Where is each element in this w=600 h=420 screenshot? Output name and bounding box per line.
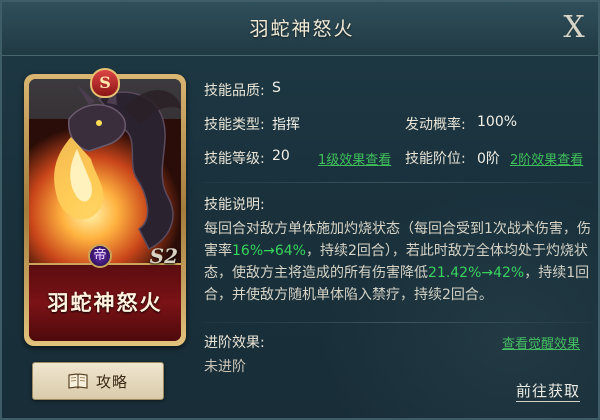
- advance-status: 未进阶: [204, 359, 246, 375]
- card-skill-name: 羽蛇神怒火: [47, 291, 163, 315]
- level-value: 20: [272, 148, 290, 164]
- divider: [202, 322, 592, 323]
- level-effect-link[interactable]: 1级效果查看: [318, 149, 391, 168]
- book-icon: [68, 373, 88, 389]
- advance-label: 进阶效果:: [204, 335, 265, 351]
- skill-detail-panel: 羽蛇神怒火 X S 羽蛇神怒火 帝 S2 攻略 技能品质: S 技能类型: 指挥…: [0, 0, 600, 420]
- damage-rate-highlight: 16%→64%: [232, 243, 306, 259]
- damage-reduction-highlight: 21.42%→42%: [428, 265, 525, 281]
- grade-badge: S: [90, 68, 120, 98]
- guide-button-label: 攻略: [95, 372, 128, 391]
- type-value: 指挥: [272, 117, 300, 133]
- level-label: 技能等级:: [204, 151, 265, 167]
- dragon-artwork: [29, 79, 181, 263]
- divider: [202, 182, 592, 183]
- chance-label: 发动概率:: [405, 117, 466, 133]
- page-title: 羽蛇神怒火: [249, 18, 355, 40]
- dragon-fire-illustration: [29, 79, 181, 263]
- type-label: 技能类型:: [204, 117, 265, 133]
- tier-label: 技能阶位:: [405, 151, 466, 167]
- chance-value: 100%: [477, 114, 518, 130]
- card-level-mark: S2: [149, 244, 178, 268]
- quality-label: 技能品质:: [204, 83, 265, 99]
- header-bar: 羽蛇神怒火 X: [2, 2, 598, 56]
- tier-effect-link[interactable]: 2阶效果查看: [510, 149, 583, 168]
- card-name-plate: 羽蛇神怒火: [29, 263, 181, 341]
- goto-obtain-link[interactable]: 前往获取: [515, 380, 580, 402]
- tier-value: 0阶: [477, 151, 500, 167]
- faction-emblem-icon: 帝: [88, 244, 112, 268]
- guide-button[interactable]: 攻略: [32, 362, 164, 400]
- skill-description: 每回合对敌方单体施加灼烧状态（每回合受到1次战术伤害，伤害率16%→64%，持续…: [204, 218, 594, 306]
- quality-value: S: [272, 80, 281, 96]
- close-button[interactable]: X: [558, 10, 590, 46]
- skill-card: S 羽蛇神怒火 帝 S2: [24, 68, 186, 346]
- awakening-effect-link[interactable]: 查看觉醒效果: [502, 333, 580, 352]
- skill-card-frame: 羽蛇神怒火: [29, 79, 181, 341]
- description-label: 技能说明:: [204, 197, 265, 213]
